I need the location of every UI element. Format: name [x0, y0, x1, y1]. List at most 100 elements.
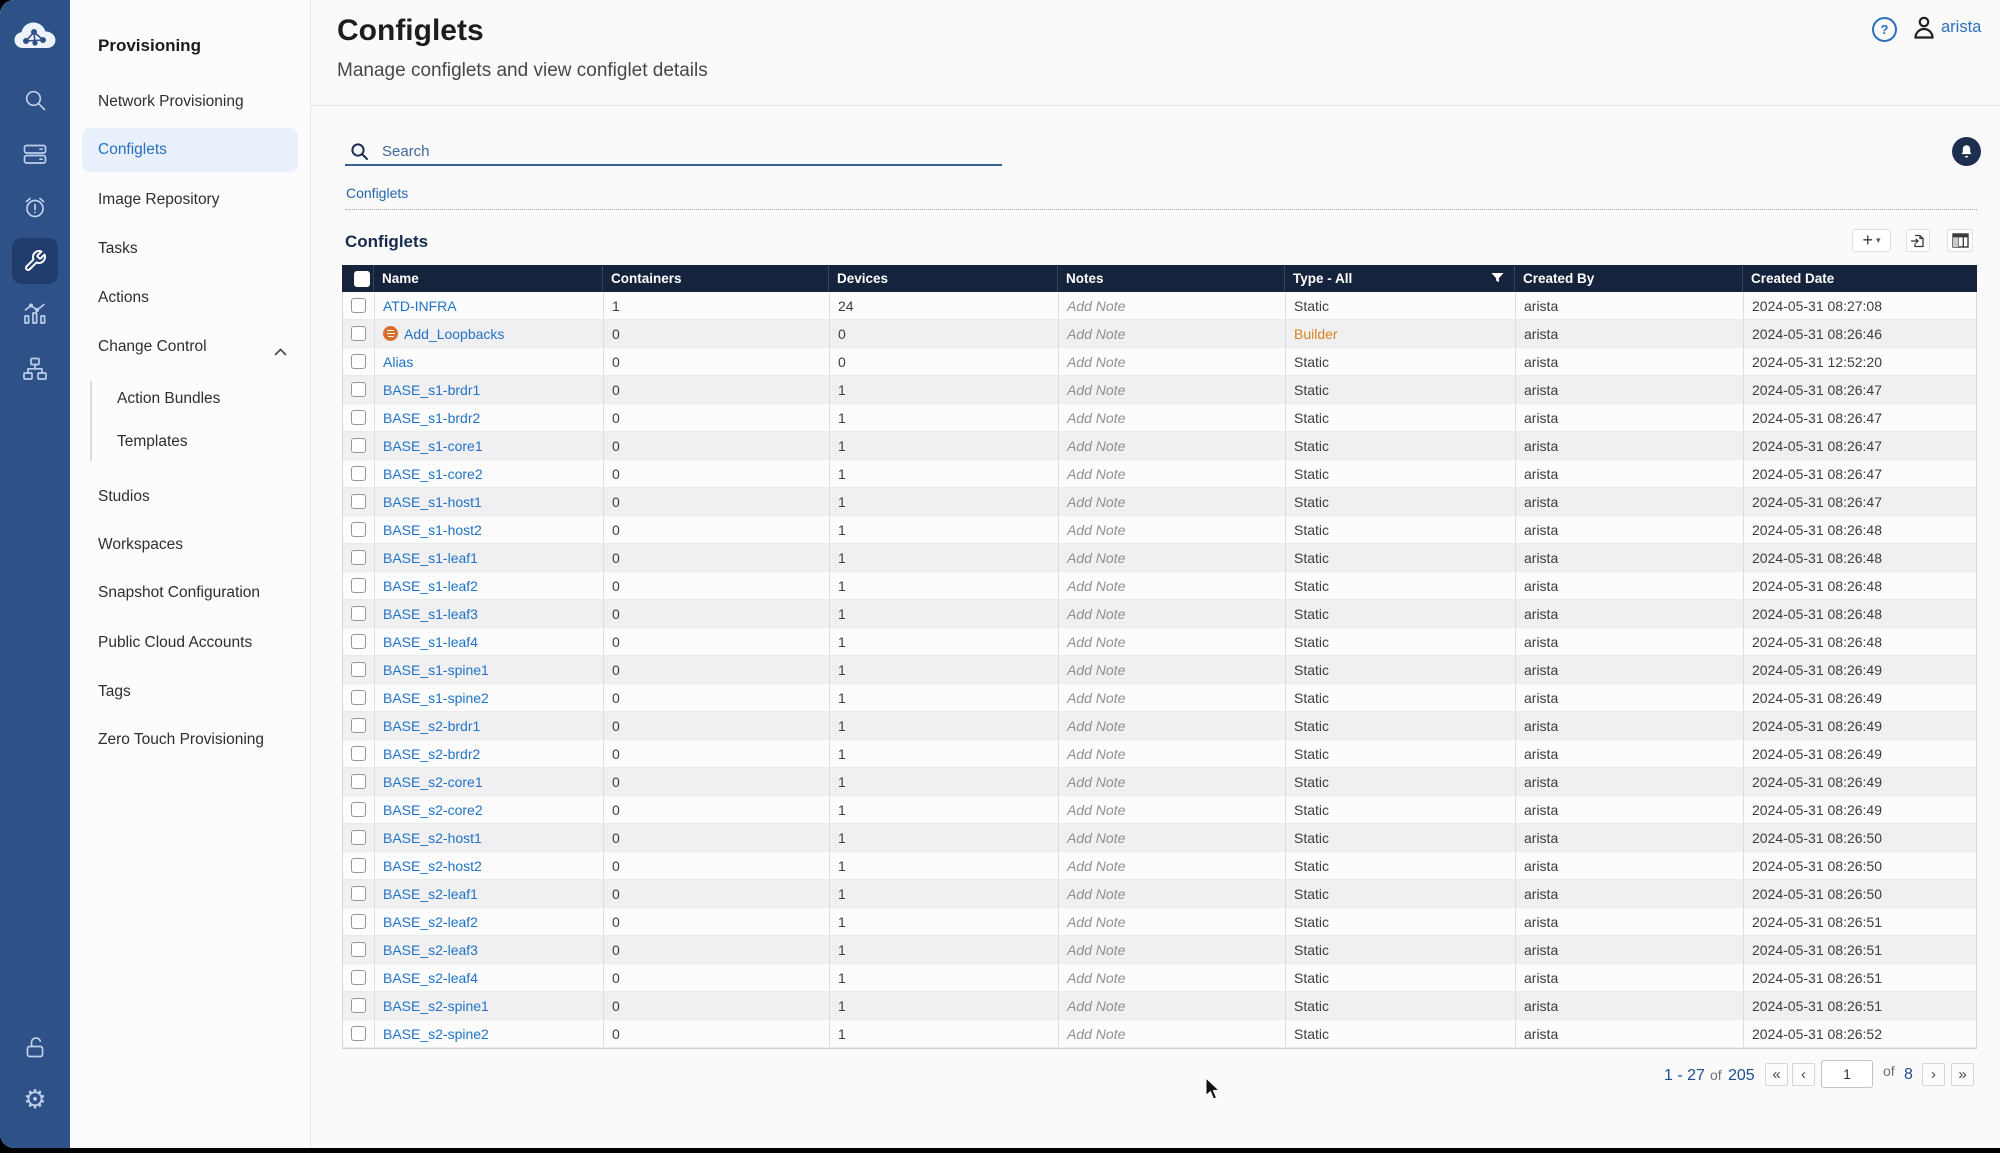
row-checkbox[interactable] — [343, 712, 375, 739]
prev-page-button[interactable]: ‹ — [1792, 1063, 1815, 1086]
row-checkbox[interactable] — [343, 628, 375, 655]
configlet-link[interactable]: Alias — [383, 354, 413, 370]
configlet-link[interactable]: BASE_s1-host2 — [383, 522, 482, 538]
last-page-button[interactable]: » — [1951, 1063, 1974, 1086]
configlet-link[interactable]: BASE_s1-leaf4 — [383, 634, 478, 650]
sidebar-item-actions[interactable]: Actions — [70, 276, 310, 320]
configlet-link[interactable]: BASE_s1-core1 — [383, 438, 483, 454]
configlet-link[interactable]: BASE_s2-leaf2 — [383, 914, 478, 930]
column-settings-button[interactable] — [1947, 229, 1973, 252]
sidebar-item-public-cloud-accounts[interactable]: Public Cloud Accounts — [70, 621, 310, 665]
add-note-button[interactable]: Add Note — [1059, 936, 1286, 963]
sidebar-item-zero-touch-provisioning[interactable]: Zero Touch Provisioning — [70, 718, 310, 762]
topology-rail-icon[interactable] — [22, 356, 48, 382]
sidebar-item-templates[interactable]: Templates — [70, 420, 310, 464]
col-header-notes[interactable]: Notes — [1058, 265, 1285, 292]
row-checkbox[interactable] — [343, 1020, 375, 1047]
settings-rail-icon[interactable]: ⚙ — [22, 1087, 48, 1113]
configlet-link[interactable]: BASE_s2-leaf1 — [383, 886, 478, 902]
row-checkbox[interactable] — [343, 768, 375, 795]
configlet-link[interactable]: BASE_s1-brdr2 — [383, 410, 480, 426]
add-note-button[interactable]: Add Note — [1059, 572, 1286, 599]
configlet-link[interactable]: BASE_s1-leaf2 — [383, 578, 478, 594]
configlet-link[interactable]: BASE_s1-core2 — [383, 466, 483, 482]
row-checkbox[interactable] — [343, 908, 375, 935]
sidebar-item-image-repository[interactable]: Image Repository — [70, 178, 310, 222]
row-checkbox[interactable] — [343, 684, 375, 711]
add-note-button[interactable]: Add Note — [1059, 992, 1286, 1019]
configlet-link[interactable]: BASE_s2-brdr2 — [383, 746, 480, 762]
sidebar-item-workspaces[interactable]: Workspaces — [70, 523, 310, 567]
sidebar-item-change-control[interactable]: Change Control — [70, 325, 310, 369]
configlet-link[interactable]: BASE_s2-spine1 — [383, 998, 489, 1014]
add-note-button[interactable]: Add Note — [1059, 824, 1286, 851]
configlet-link[interactable]: BASE_s2-core2 — [383, 802, 483, 818]
add-note-button[interactable]: Add Note — [1059, 516, 1286, 543]
col-header-type[interactable]: Type - All — [1285, 265, 1515, 292]
row-checkbox[interactable] — [343, 544, 375, 571]
row-checkbox[interactable] — [343, 488, 375, 515]
configlet-link[interactable]: BASE_s1-host1 — [383, 494, 482, 510]
configlet-link[interactable]: ATD-INFRA — [383, 298, 457, 314]
configlet-link[interactable]: BASE_s1-leaf1 — [383, 550, 478, 566]
col-header-created-date[interactable]: Created Date — [1743, 265, 1977, 292]
configlet-link[interactable]: BASE_s2-host2 — [383, 858, 482, 874]
user-icon[interactable] — [1912, 15, 1936, 46]
add-note-button[interactable]: Add Note — [1059, 348, 1286, 375]
configlet-link[interactable]: BASE_s2-core1 — [383, 774, 483, 790]
add-note-button[interactable]: Add Note — [1059, 684, 1286, 711]
add-note-button[interactable]: Add Note — [1059, 740, 1286, 767]
add-note-button[interactable]: Add Note — [1059, 600, 1286, 627]
row-checkbox[interactable] — [343, 936, 375, 963]
row-checkbox[interactable] — [343, 964, 375, 991]
row-checkbox[interactable] — [343, 516, 375, 543]
configlet-link[interactable]: BASE_s1-spine2 — [383, 690, 489, 706]
add-note-button[interactable]: Add Note — [1059, 320, 1286, 347]
row-checkbox[interactable] — [343, 376, 375, 403]
row-checkbox[interactable] — [343, 852, 375, 879]
row-checkbox[interactable] — [343, 656, 375, 683]
sidebar-item-snapshot-configuration[interactable]: Snapshot Configuration — [70, 571, 310, 615]
add-note-button[interactable]: Add Note — [1059, 768, 1286, 795]
sidebar-item-studios[interactable]: Studios — [70, 475, 310, 519]
import-export-button[interactable] — [1906, 229, 1930, 252]
filter-icon[interactable] — [1491, 272, 1504, 285]
metrics-rail-icon[interactable] — [22, 301, 48, 327]
row-checkbox[interactable] — [343, 992, 375, 1019]
cloudvision-logo-icon[interactable] — [12, 24, 58, 50]
add-note-button[interactable]: Add Note — [1059, 656, 1286, 683]
configlet-link[interactable]: BASE_s2-host1 — [383, 830, 482, 846]
sidebar-item-action-bundles[interactable]: Action Bundles — [70, 377, 310, 421]
row-checkbox[interactable] — [343, 600, 375, 627]
sidebar-item-network-provisioning[interactable]: Network Provisioning — [70, 80, 310, 124]
add-note-button[interactable]: Add Note — [1059, 488, 1286, 515]
add-configlet-button[interactable]: +▾ — [1852, 229, 1891, 252]
add-note-button[interactable]: Add Note — [1059, 964, 1286, 991]
help-icon[interactable]: ? — [1872, 17, 1897, 42]
configlet-link[interactable]: BASE_s2-leaf4 — [383, 970, 478, 986]
row-checkbox[interactable] — [343, 740, 375, 767]
row-checkbox[interactable] — [343, 404, 375, 431]
configlet-link[interactable]: Add_Loopbacks — [404, 326, 504, 342]
add-note-button[interactable]: Add Note — [1059, 852, 1286, 879]
configlet-link[interactable]: BASE_s1-brdr1 — [383, 382, 480, 398]
row-checkbox[interactable] — [343, 432, 375, 459]
breadcrumb[interactable]: Configlets — [346, 185, 408, 201]
col-header-name[interactable]: Name — [374, 265, 603, 292]
row-checkbox[interactable] — [343, 292, 375, 319]
search-rail-icon[interactable] — [22, 87, 48, 113]
lock-rail-icon[interactable] — [22, 1034, 48, 1060]
add-note-button[interactable]: Add Note — [1059, 908, 1286, 935]
sidebar-item-configlets[interactable]: Configlets — [82, 128, 298, 172]
row-checkbox[interactable] — [343, 824, 375, 851]
configlet-link[interactable]: BASE_s2-spine2 — [383, 1026, 489, 1042]
add-note-button[interactable]: Add Note — [1059, 712, 1286, 739]
user-name[interactable]: arista — [1941, 18, 1981, 37]
alerts-rail-icon[interactable] — [22, 194, 48, 220]
add-note-button[interactable]: Add Note — [1059, 432, 1286, 459]
row-checkbox[interactable] — [343, 572, 375, 599]
col-header-containers[interactable]: Containers — [603, 265, 829, 292]
add-note-button[interactable]: Add Note — [1059, 292, 1286, 319]
sidebar-item-tags[interactable]: Tags — [70, 670, 310, 714]
row-checkbox[interactable] — [343, 796, 375, 823]
